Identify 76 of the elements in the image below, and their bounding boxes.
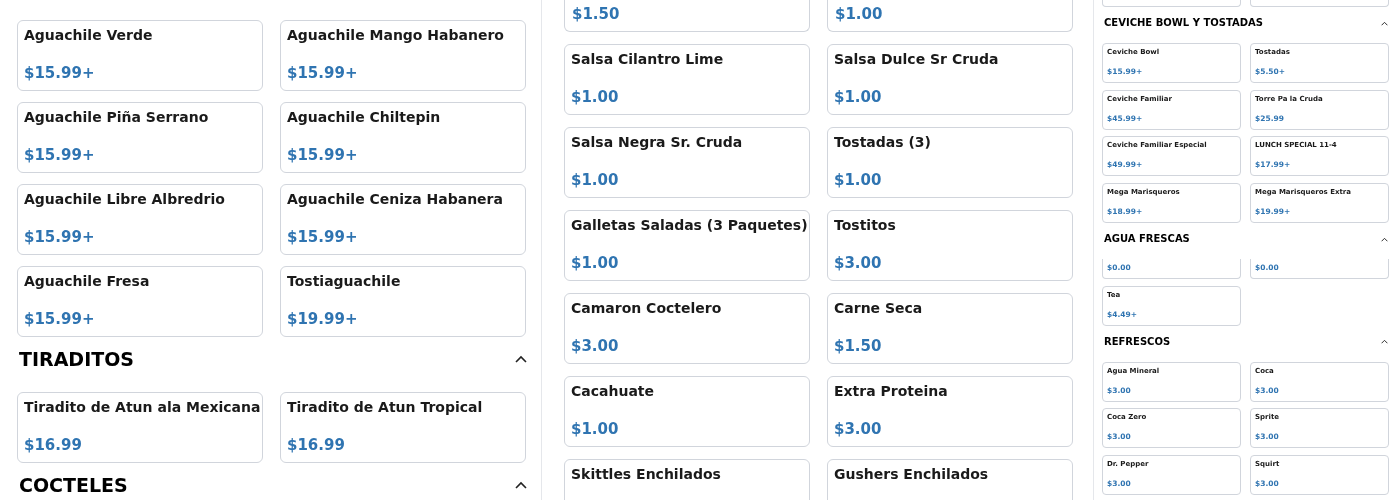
item-name: Tostadas (3) — [834, 133, 932, 152]
item-name: Salsa Cilantro Lime — [571, 50, 725, 69]
section-heading: AGUA FRESCAS — [1104, 233, 1190, 246]
item-price: $3.00 — [571, 336, 620, 356]
menu-item-card[interactable]: $1.00 — [827, 0, 1073, 32]
chevron-up-icon[interactable] — [1381, 236, 1388, 242]
menu-item-card[interactable]: $1.50 — [564, 0, 810, 32]
item-name: Tiradito de Atun Tropical — [287, 398, 484, 417]
item-name: Carne Seca — [834, 299, 924, 318]
item-price: $15.99+ — [24, 227, 96, 247]
item-name: Extra Proteina — [834, 382, 949, 401]
menu-item-card[interactable]: Aguachile Fresa $15.99+ — [17, 266, 263, 337]
menu-item-card[interactable]: Salsa Cilantro Lime $1.00 — [564, 44, 810, 115]
item-name: Aguachile Chiltepin — [287, 108, 442, 127]
item-name: Camaron Coctelero — [571, 299, 723, 318]
item-name: Salsa Dulce Sr Cruda — [834, 50, 1000, 69]
menu-item-card[interactable]: Extra Proteina $3.00 — [827, 376, 1073, 447]
menu-item-card[interactable]: Gushers Enchilados — [827, 459, 1073, 500]
item-name: Aguachile Libre Albredrio — [24, 190, 226, 209]
menu-item-card[interactable]: Salsa Dulce Sr Cruda $1.00 — [827, 44, 1073, 115]
section-heading: TIRADITOS — [19, 348, 134, 370]
menu-item-card[interactable]: Aguachile Chiltepin $15.99+ — [280, 102, 526, 173]
item-price: $15.99+ — [24, 63, 96, 83]
item-price: $15.99+ — [287, 145, 359, 165]
item-price: $19.99+ — [287, 309, 359, 329]
item-name: Tostiaguachile — [287, 272, 402, 291]
chevron-up-icon[interactable] — [515, 355, 527, 363]
item-name: Aguachile Mango Habanero — [287, 26, 505, 45]
menu-item-card[interactable]: Tostadas (3) $1.00 — [827, 127, 1073, 198]
item-price: $1.00 — [571, 419, 620, 439]
section-heading: CEVICHE BOWL Y TOSTADAS — [1104, 17, 1263, 29]
item-price: $1.00 — [835, 4, 884, 24]
item-price: $15.99+ — [287, 63, 359, 83]
menu-item-card[interactable]: Skittles Enchilados — [564, 459, 810, 500]
item-name: Skittles Enchilados — [571, 465, 722, 484]
menu-item-card[interactable]: Tostitos $3.00 — [827, 210, 1073, 281]
item-name: Salsa Negra Sr. Cruda — [571, 133, 744, 152]
item-price: $1.50 — [834, 336, 883, 356]
item-name: Aguachile Fresa — [24, 272, 151, 291]
item-price: $3.00 — [834, 419, 883, 439]
menu-item-card[interactable]: Aguachile Piña Serrano $15.99+ — [17, 102, 263, 173]
item-price: $16.99 — [24, 435, 83, 455]
item-price: $1.00 — [834, 170, 883, 190]
item-price: $1.00 — [571, 87, 620, 107]
item-name: Aguachile Piña Serrano — [24, 108, 210, 127]
menu-item-card[interactable]: Aguachile Ceniza Habanera $15.99+ — [280, 184, 526, 255]
section-heading: COCTELES — [19, 474, 128, 496]
item-name: Aguachile Verde — [24, 26, 154, 45]
item-price: $1.00 — [571, 253, 620, 273]
menu-item-card[interactable]: Carne Seca $1.50 — [827, 293, 1073, 364]
menu-item-card[interactable]: Aguachile Libre Albredrio $15.99+ — [17, 184, 263, 255]
menu-item-card[interactable]: Aguachile Verde $15.99+ — [17, 20, 263, 91]
menu-item-card[interactable]: Tiradito de Atun Tropical $16.99 — [280, 392, 526, 463]
chevron-up-icon[interactable] — [1381, 20, 1388, 26]
item-price: $1.00 — [571, 170, 620, 190]
menu-item-card[interactable]: Salsa Negra Sr. Cruda $1.00 — [564, 127, 810, 198]
section-heading: REFRESCOS — [1104, 335, 1171, 348]
chevron-up-icon[interactable] — [1381, 339, 1388, 345]
menu-item-card[interactable]: Camaron Coctelero $3.00 — [564, 293, 810, 364]
item-name: Gushers Enchilados — [834, 465, 990, 484]
item-price: $1.00 — [834, 87, 883, 107]
menu-item-card[interactable]: Tostiaguachile $19.99+ — [280, 266, 526, 337]
item-price: $15.99+ — [24, 145, 96, 165]
chevron-up-icon[interactable] — [515, 481, 527, 489]
menu-item-card[interactable]: Galletas Saladas (3 Paquetes) $1.00 — [564, 210, 810, 281]
item-price: $3.00 — [834, 253, 883, 273]
item-price: $1.50 — [572, 4, 621, 24]
menu-item-card[interactable]: Cacahuate $1.00 — [564, 376, 810, 447]
item-price: $15.99+ — [24, 309, 96, 329]
item-name: Aguachile Ceniza Habanera — [287, 190, 504, 209]
item-name: Cacahuate — [571, 382, 656, 401]
item-name: Tostitos — [834, 216, 897, 235]
menu-item-card[interactable]: Tiradito de Atun ala Mexicana $16.99 — [17, 392, 263, 463]
item-price: $16.99 — [287, 435, 346, 455]
menu-item-card[interactable]: Aguachile Mango Habanero $15.99+ — [280, 20, 526, 91]
item-price: $15.99+ — [287, 227, 359, 247]
